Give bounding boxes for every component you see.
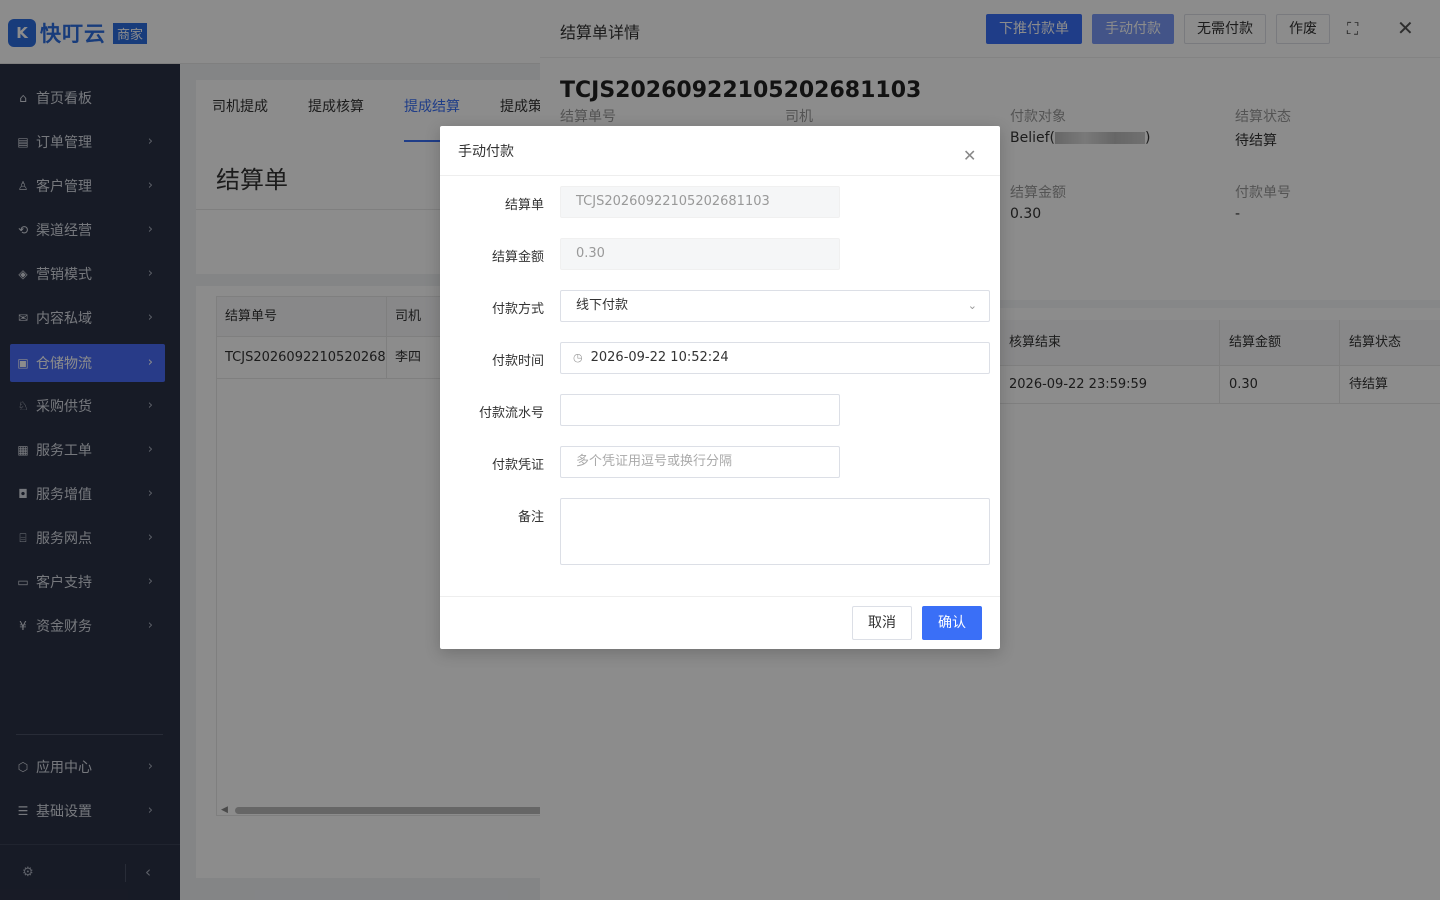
settlement-label: 结算单 (504, 198, 544, 213)
voucher-label: 付款凭证 (491, 458, 544, 473)
confirm-button[interactable]: 确认 (922, 606, 982, 640)
close-icon[interactable]: ✕ (963, 146, 976, 165)
pay-time-picker[interactable]: ◷ 2026-09-22 10:52:24 (560, 342, 990, 374)
voucher-input[interactable]: 多个凭证用逗号或换行分隔 (560, 446, 840, 478)
divider (440, 596, 1000, 597)
remark-label: 备注 (517, 510, 544, 525)
manual-payment-dialog: 手动付款 ✕ 结算单 TCJS20260922105202681103 结算金额… (440, 126, 1000, 649)
pay-time-value: 2026-09-22 10:52:24 (590, 350, 729, 365)
amount-label: 结算金额 (491, 250, 544, 265)
clock-icon: ◷ (573, 351, 583, 364)
pay-method-value: 线下付款 (576, 298, 629, 313)
dialog-title: 手动付款 (458, 144, 514, 160)
amount-field: 0.30 (560, 238, 840, 270)
serial-input[interactable] (560, 394, 840, 426)
settlement-field: TCJS20260922105202681103 (560, 186, 840, 218)
serial-label: 付款流水号 (478, 406, 544, 421)
chevron-down-icon: ⌄ (967, 299, 977, 312)
pay-method-label: 付款方式 (491, 302, 544, 317)
pay-time-label: 付款时间 (491, 354, 544, 369)
cancel-button[interactable]: 取消 (852, 606, 912, 640)
pay-method-select[interactable]: 线下付款 ⌄ (560, 290, 990, 322)
remark-textarea[interactable] (560, 498, 990, 565)
dialog-header: 手动付款 ✕ (440, 126, 1000, 176)
